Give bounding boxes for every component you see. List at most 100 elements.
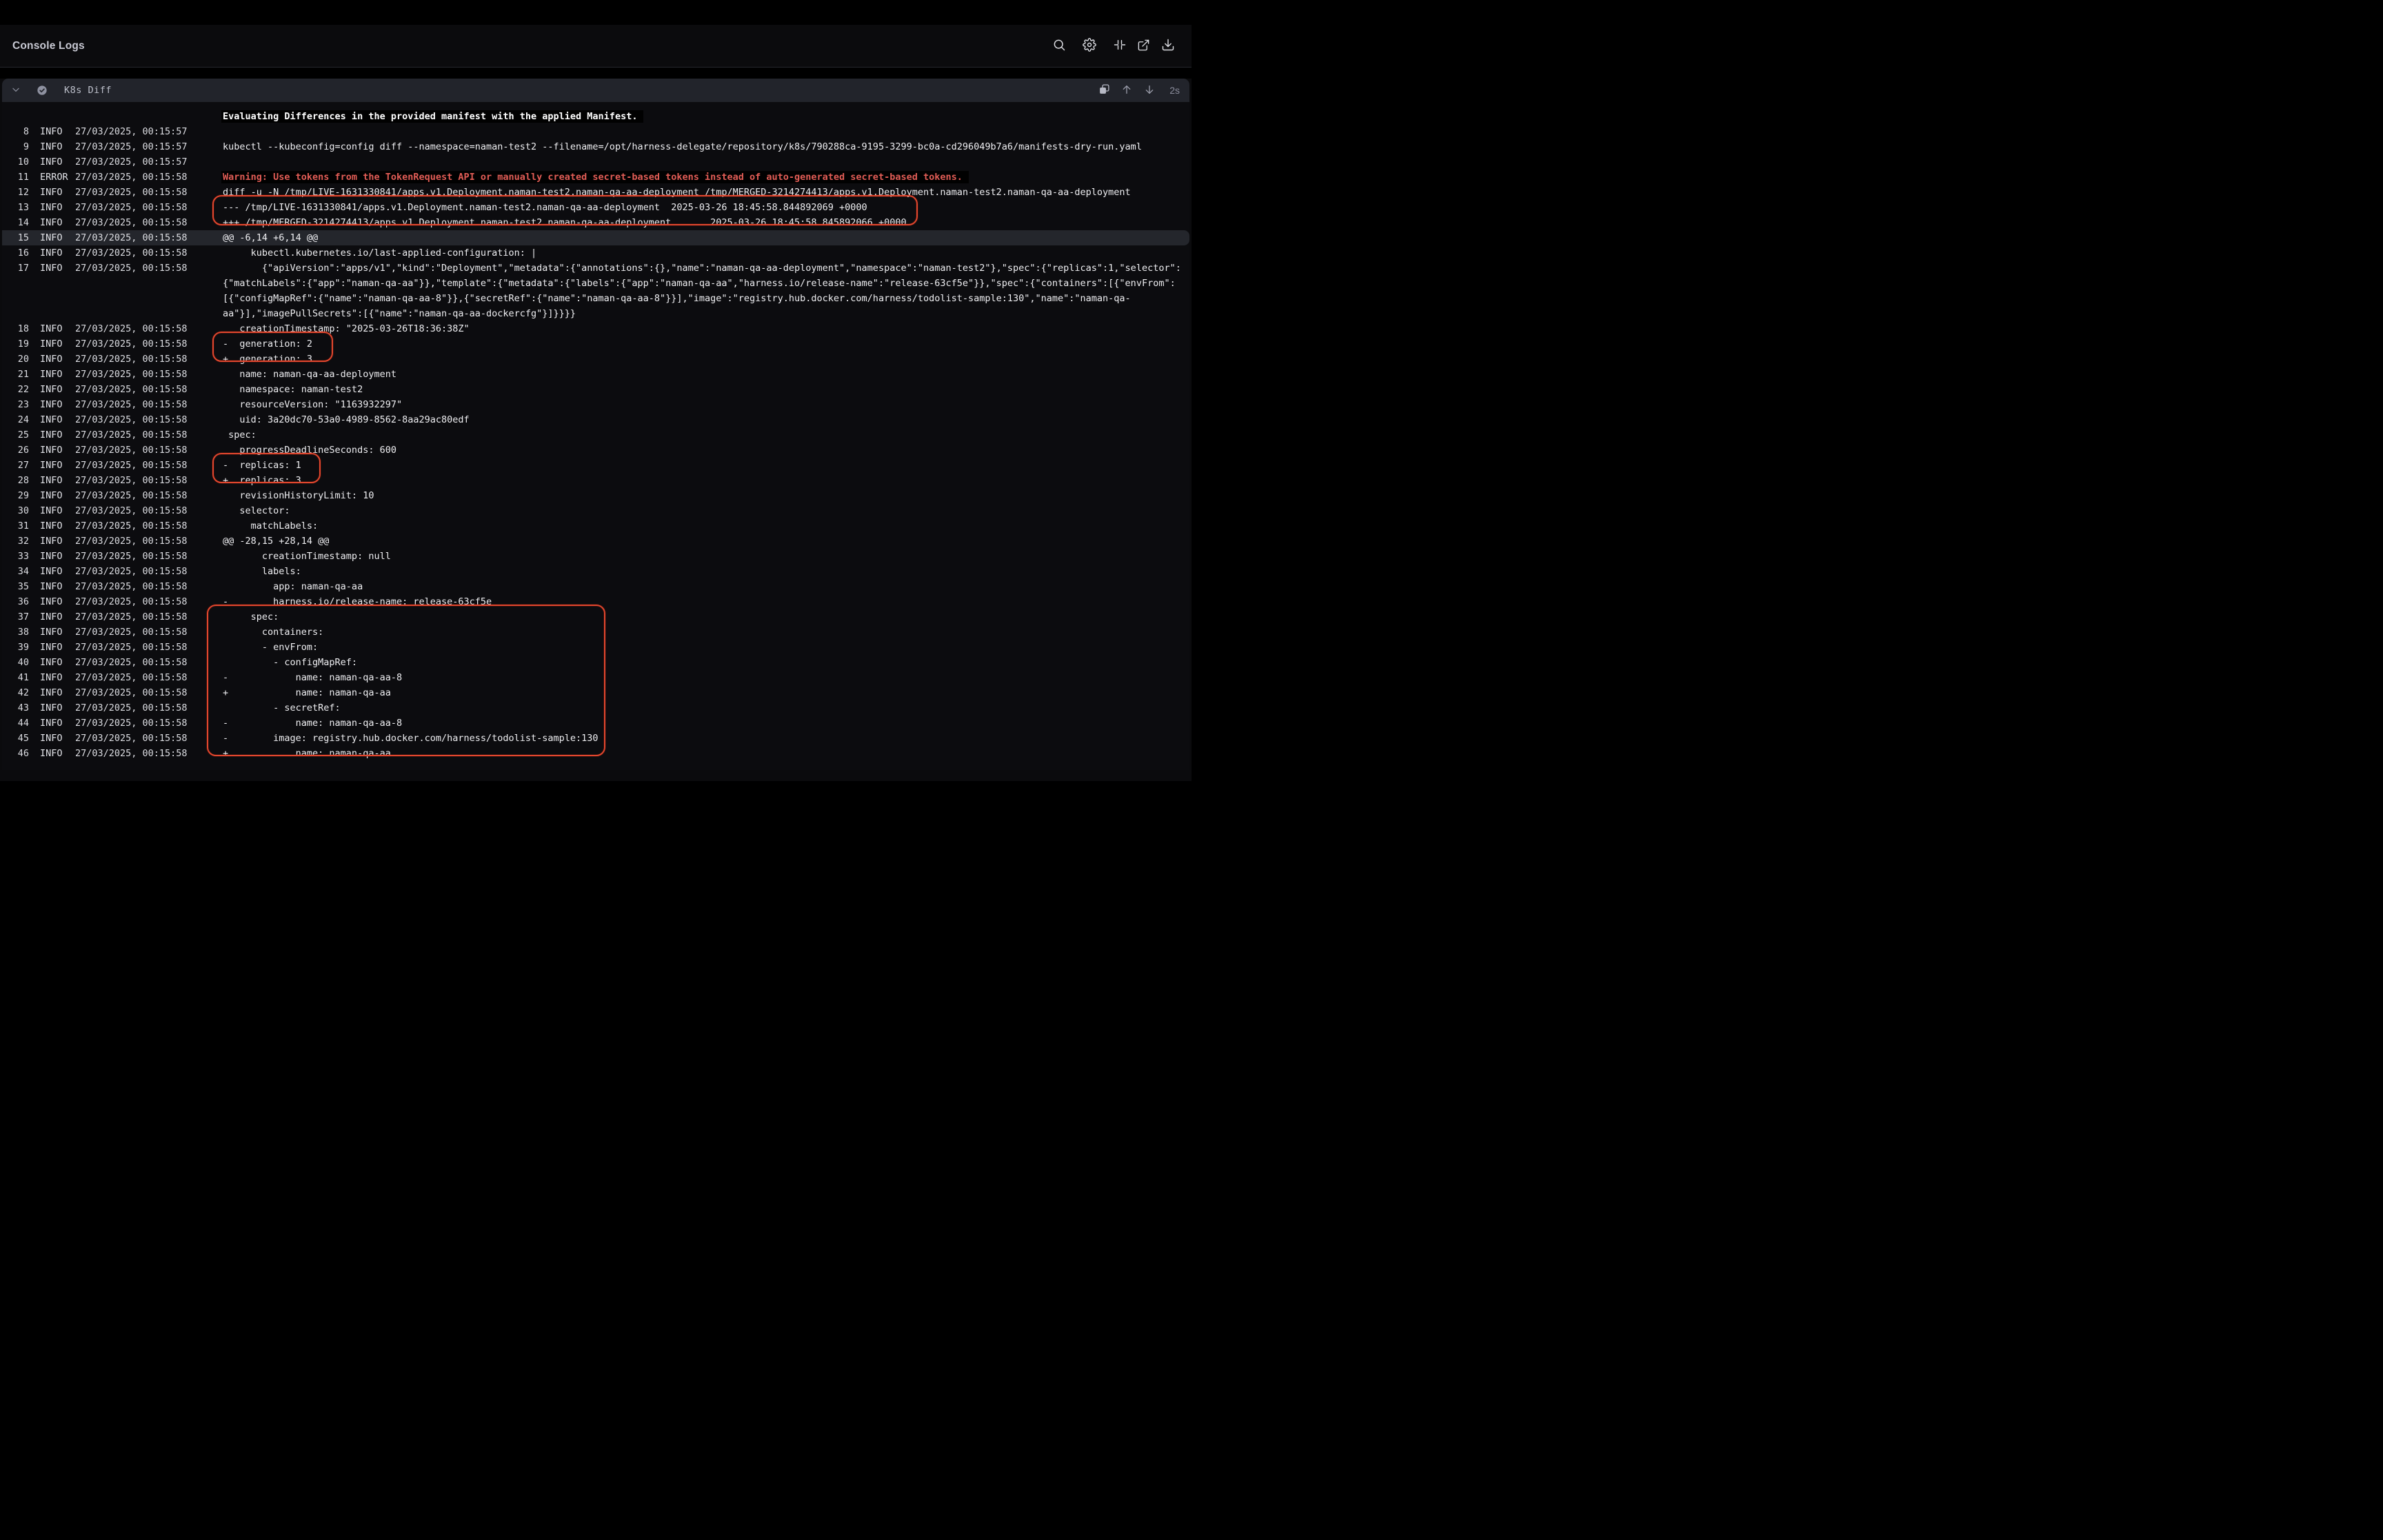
log-message-text: containers: [223,627,323,638]
log-message-line: + name: naman-qa-aa [223,746,1189,761]
log-message-text: diff -u -N /tmp/LIVE-1631330841/apps.v1.… [223,187,1131,198]
log-row-9: 9INFO27/03/2025, 00:15:57kubectl --kubec… [2,139,1189,154]
log-message: - envFrom: [223,640,1189,655]
log-message-line: - envFrom: [223,640,1189,655]
log-message-line: selector: [223,503,1189,518]
log-timestamp: 27/03/2025, 00:15:58 [75,336,223,352]
log-timestamp: 27/03/2025, 00:15:58 [75,215,223,230]
log-timestamp: 27/03/2025, 00:15:58 [75,412,223,427]
log-row-44: 44INFO27/03/2025, 00:15:58- name: naman-… [2,716,1189,731]
line-number: 36 [2,594,29,609]
arrow-up-icon [1121,84,1132,97]
log-level: INFO [29,124,75,139]
log-message-text: creationTimestamp: null [223,551,391,562]
settings-button[interactable] [1080,37,1099,56]
line-number: 25 [2,427,29,443]
line-number: 18 [2,321,29,336]
log-output-area[interactable]: Evaluating Differences in the provided m… [2,102,1189,770]
log-level: INFO [29,185,75,200]
log-message-line: diff -u -N /tmp/LIVE-1631330841/apps.v1.… [223,185,1189,200]
log-message: - image: registry.hub.docker.com/harness… [223,731,1189,746]
log-level: INFO [29,655,75,670]
line-number: 28 [2,473,29,488]
download-logs-button[interactable] [1158,37,1178,56]
log-timestamp: 27/03/2025, 00:15:57 [75,154,223,170]
log-level: INFO [29,700,75,716]
log-message-line: progressDeadlineSeconds: 600 [223,443,1189,458]
log-timestamp: 27/03/2025, 00:15:58 [75,716,223,731]
log-timestamp: 27/03/2025, 00:15:58 [75,564,223,579]
log-timestamp: 27/03/2025, 00:15:58 [75,518,223,534]
log-timestamp: 27/03/2025, 00:15:58 [75,670,223,685]
log-message-line [223,154,1189,170]
log-level: INFO [29,518,75,534]
log-timestamp: 27/03/2025, 00:15:58 [75,321,223,336]
collapse-panel-button[interactable] [1110,37,1129,56]
log-message [223,124,1189,139]
log-message-text: spec: [223,429,257,440]
log-timestamp: 27/03/2025, 00:15:58 [75,685,223,700]
log-timestamp: 27/03/2025, 00:15:58 [75,367,223,382]
line-number: 9 [2,139,29,154]
log-level: INFO [29,473,75,488]
scroll-to-bottom-button[interactable] [1141,82,1158,99]
log-message-text: --- /tmp/LIVE-1631330841/apps.v1.Deploym… [223,202,867,213]
header-actions [1049,37,1178,56]
log-message-line: name: naman-qa-aa-deployment [223,367,1189,382]
search-button[interactable] [1049,37,1069,56]
log-message-text: kubectl --kubeconfig=config diff --names… [223,141,1142,152]
log-message-line: spec: [223,609,1189,625]
line-number: 34 [2,564,29,579]
copy-logs-button[interactable] [1096,82,1112,99]
log-level: INFO [29,625,75,640]
log-timestamp: 27/03/2025, 00:15:58 [75,594,223,609]
log-row-21: 21INFO27/03/2025, 00:15:58 name: naman-q… [2,367,1189,382]
log-row-12: 12INFO27/03/2025, 00:15:58diff -u -N /tm… [2,185,1189,200]
line-number: 17 [2,261,29,276]
log-message-text: progressDeadlineSeconds: 600 [223,445,396,456]
log-row-32: 32INFO27/03/2025, 00:15:58@@ -28,15 +28,… [2,534,1189,549]
open-in-new-tab-button[interactable] [1134,37,1153,56]
log-timestamp: 27/03/2025, 00:15:58 [75,427,223,443]
log-message-text: @@ -6,14 +6,14 @@ [223,232,318,243]
log-level: ERROR [29,170,75,185]
line-number: 21 [2,367,29,382]
log-row-pre-message: Evaluating Differences in the provided m… [2,109,1189,124]
log-message [223,154,1189,170]
log-message-line: [{"configMapRef":{"name":"naman-qa-aa-8"… [223,291,1189,306]
log-message-line: + name: naman-qa-aa [223,685,1189,700]
log-timestamp: 27/03/2025, 00:15:58 [75,245,223,261]
log-row-30: 30INFO27/03/2025, 00:15:58 selector: [2,503,1189,518]
log-row-17: 17INFO27/03/2025, 00:15:58 {"apiVersion"… [2,261,1189,321]
line-number: 14 [2,215,29,230]
log-timestamp: 27/03/2025, 00:15:58 [75,488,223,503]
line-number: 43 [2,700,29,716]
log-timestamp: 27/03/2025, 00:15:58 [75,640,223,655]
log-message-text: - harness.io/release-name: release-63cf5… [223,596,492,607]
log-row-42: 42INFO27/03/2025, 00:15:58+ name: naman-… [2,685,1189,700]
k8s-diff-step-header[interactable]: K8s Diff 2s [2,79,1189,102]
log-row-37: 37INFO27/03/2025, 00:15:58 spec: [2,609,1189,625]
log-timestamp: 27/03/2025, 00:15:58 [75,200,223,215]
log-row-27: 27INFO27/03/2025, 00:15:58- replicas: 1 [2,458,1189,473]
log-message: + replicas: 3 [223,473,1189,488]
log-row-39: 39INFO27/03/2025, 00:15:58 - envFrom: [2,640,1189,655]
line-number: 27 [2,458,29,473]
search-icon [1052,38,1066,54]
scroll-to-top-button[interactable] [1118,82,1135,99]
log-message-line: + generation: 3 [223,352,1189,367]
log-timestamp: 27/03/2025, 00:15:58 [75,534,223,549]
log-timestamp: 27/03/2025, 00:15:58 [75,382,223,397]
copy-icon [1098,83,1110,97]
log-row-8: 8INFO27/03/2025, 00:15:57 [2,124,1189,139]
log-row-10: 10INFO27/03/2025, 00:15:57 [2,154,1189,170]
log-row-25: 25INFO27/03/2025, 00:15:58 spec: [2,427,1189,443]
log-message-text: Warning: Use tokens from the TokenReques… [221,171,969,183]
log-message-text: - secretRef: [223,702,341,713]
log-message-text: selector: [223,505,290,516]
log-message-line: kubectl.kubernetes.io/last-applied-confi… [223,245,1189,261]
page-title: Console Logs [12,40,85,52]
log-message: matchLabels: [223,518,1189,534]
collapse-step-button[interactable] [8,82,24,99]
log-row-23: 23INFO27/03/2025, 00:15:58 resourceVersi… [2,397,1189,412]
